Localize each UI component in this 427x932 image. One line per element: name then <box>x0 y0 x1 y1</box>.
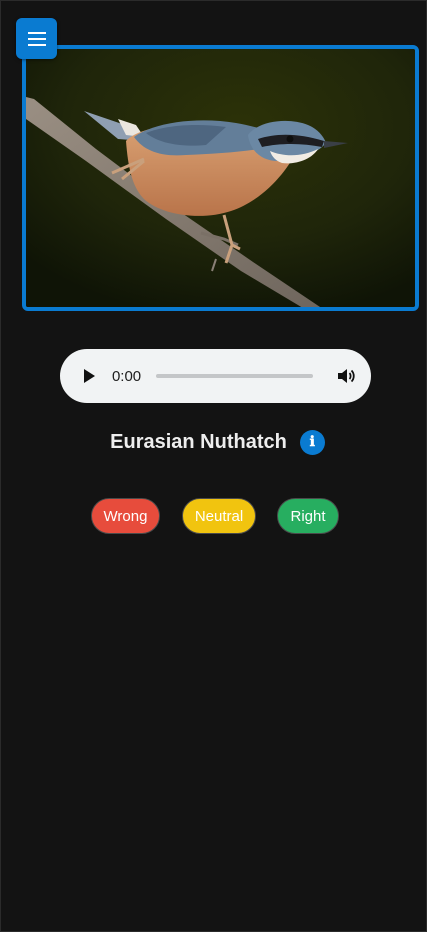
audio-player[interactable]: 0:00 <box>60 349 371 403</box>
hamburger-menu-icon <box>27 31 46 46</box>
app-page: 0:00 Eurasian Nuthatch ℹ Wrong Neutral R… <box>0 0 427 932</box>
play-button[interactable] <box>82 368 96 384</box>
audio-time: 0:00 <box>111 367 142 385</box>
play-icon <box>83 369 95 383</box>
right-button[interactable]: Right <box>277 498 339 534</box>
bird-photo <box>22 45 419 311</box>
info-icon[interactable]: ℹ <box>299 429 325 455</box>
wrong-button[interactable]: Wrong <box>91 498 160 534</box>
species-title-row: Eurasian Nuthatch ℹ <box>1 428 427 456</box>
volume-icon <box>338 369 355 383</box>
neutral-button[interactable]: Neutral <box>182 498 256 534</box>
menu-button[interactable] <box>16 18 57 59</box>
audio-progress-bar[interactable] <box>155 374 313 378</box>
species-name: Eurasian Nuthatch <box>110 430 287 453</box>
volume-button[interactable] <box>337 367 355 385</box>
rating-buttons: Wrong Neutral Right <box>1 498 427 534</box>
